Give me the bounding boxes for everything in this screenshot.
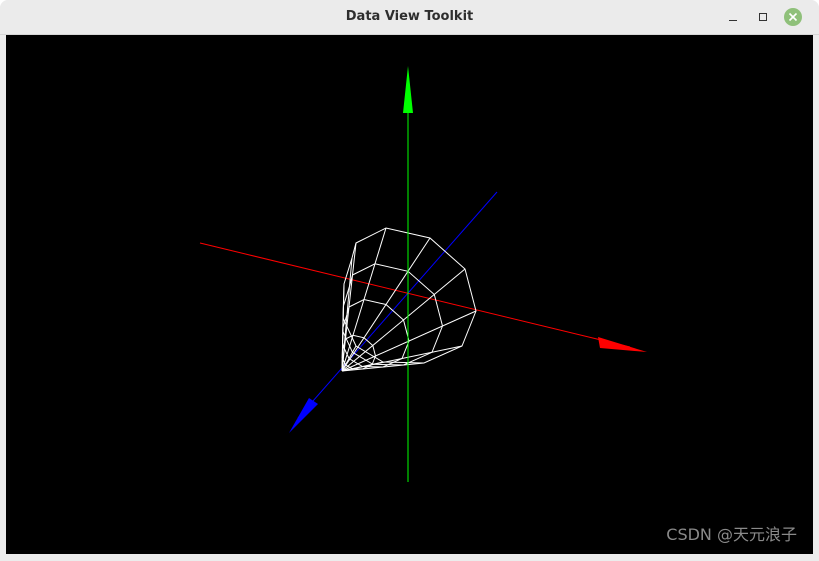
maximize-icon xyxy=(759,13,767,21)
y-axis-arrowhead xyxy=(403,66,413,113)
app-window: Data View Toolkit CSDN @天元浪子 xyxy=(0,0,819,561)
z-axis xyxy=(289,191,498,433)
mesh-ring xyxy=(342,227,477,364)
minimize-button[interactable] xyxy=(724,8,742,26)
cone-mesh xyxy=(341,227,477,372)
minimize-icon xyxy=(729,20,737,21)
z-axis-arrowhead xyxy=(289,398,318,433)
maximize-button[interactable] xyxy=(754,8,772,26)
close-icon xyxy=(788,12,798,22)
watermark-text: CSDN @天元浪子 xyxy=(666,525,797,544)
scene-canvas xyxy=(199,66,647,482)
title-bar[interactable]: Data View Toolkit xyxy=(0,0,819,35)
x-axis-arrowhead xyxy=(598,337,647,352)
close-button[interactable] xyxy=(784,8,802,26)
3d-viewport[interactable]: CSDN @天元浪子 xyxy=(6,35,813,554)
window-title: Data View Toolkit xyxy=(345,9,474,24)
x-axis xyxy=(199,242,647,352)
